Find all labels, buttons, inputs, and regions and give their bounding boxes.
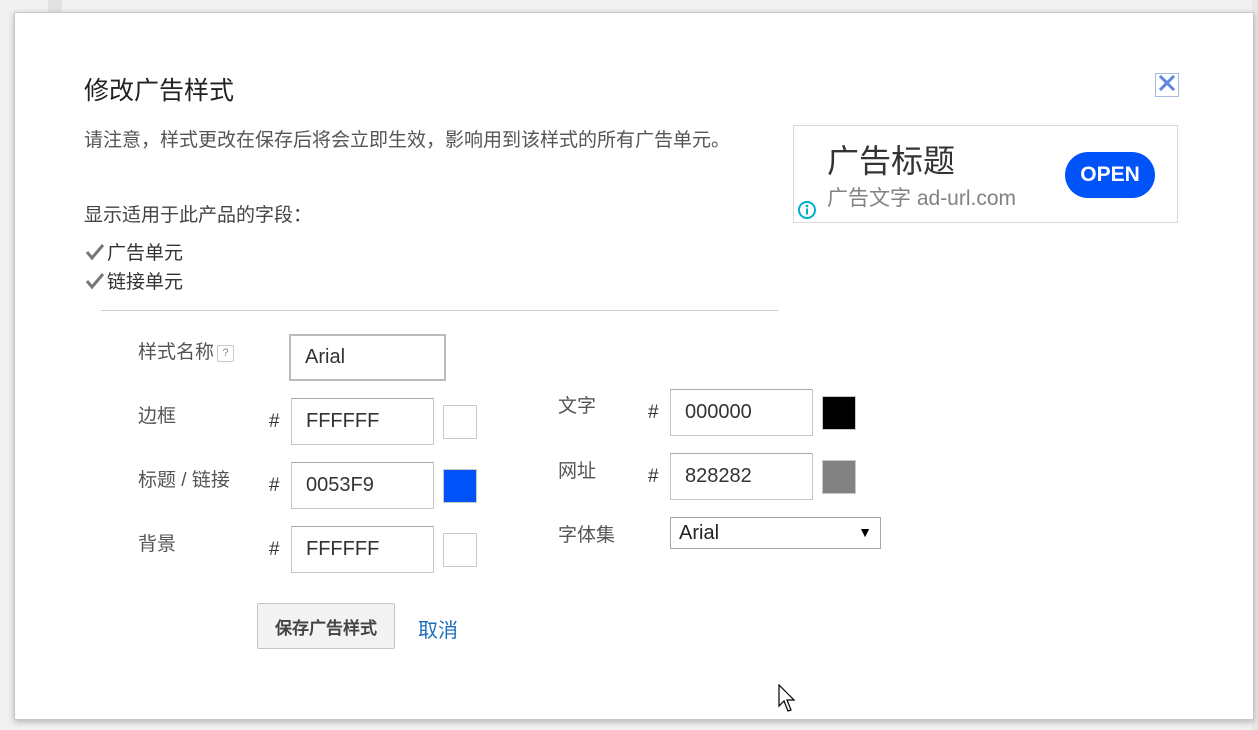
edit-ad-style-dialog: 修改广告样式 请注意，样式更改在保存后将会立即生效，影响用到该样式的所有广告单元… [14, 12, 1254, 720]
ad-preview: 广告标题 广告文字 ad-url.com OPEN [793, 125, 1178, 223]
fields-label: 显示适用于此产品的字段： [84, 205, 313, 226]
help-icon[interactable]: ? [217, 345, 235, 362]
background-hash: # [269, 539, 280, 560]
border-color-input[interactable] [291, 398, 434, 445]
title-link-label: 标题 / 链接 [138, 470, 230, 491]
checkbox-link-unit-label: 链接单元 [107, 272, 184, 293]
checkbox-link-unit[interactable]: 链接单元 [85, 267, 183, 294]
background-color-swatch[interactable] [443, 533, 477, 567]
checkbox-ad-unit[interactable]: 广告单元 [85, 238, 183, 265]
section-divider [101, 310, 778, 311]
background-color-input[interactable] [291, 526, 434, 573]
style-name-label-text: 样式名称 [138, 342, 215, 363]
title-link-color-swatch[interactable] [443, 469, 477, 503]
checkmark-icon[interactable] [85, 242, 105, 262]
save-style-button[interactable]: 保存广告样式 [257, 603, 395, 649]
ad-preview-text: 广告文字 ad-url.com [827, 187, 1017, 210]
info-icon[interactable] [797, 200, 817, 225]
border-label: 边框 [138, 406, 177, 427]
text-label: 文字 [558, 396, 597, 417]
border-color-swatch[interactable] [443, 405, 477, 439]
checkbox-ad-unit-label: 广告单元 [107, 243, 184, 264]
ad-preview-title: 广告标题 [827, 143, 956, 179]
style-name-input[interactable] [289, 334, 446, 381]
notice-text: 请注意，样式更改在保存后将会立即生效，影响用到该样式的所有广告单元。 [84, 130, 731, 151]
border-hash: # [269, 411, 280, 432]
close-icon [1158, 74, 1176, 96]
url-hash: # [648, 466, 659, 487]
dropdown-arrow-icon: ▼ [858, 524, 872, 540]
mouse-cursor-icon [778, 683, 798, 719]
style-name-label: 样式名称? [138, 337, 235, 364]
cancel-link[interactable]: 取消 [418, 614, 458, 643]
text-color-input[interactable] [670, 389, 813, 436]
text-color-swatch[interactable] [822, 396, 856, 430]
background-label: 背景 [138, 534, 177, 555]
text-hash: # [648, 402, 659, 423]
title-link-hash: # [269, 475, 280, 496]
url-color-swatch[interactable] [822, 460, 856, 494]
title-link-color-input[interactable] [291, 462, 434, 509]
font-family-select[interactable]: Arial ▼ [670, 517, 881, 549]
background-strip [48, 0, 62, 12]
dialog-title: 修改广告样式 [84, 77, 235, 105]
font-family-selected: Arial [679, 521, 720, 544]
font-family-label: 字体集 [558, 525, 616, 546]
ad-preview-open-button[interactable]: OPEN [1065, 152, 1155, 198]
url-label: 网址 [558, 461, 597, 482]
checkmark-icon[interactable] [85, 271, 105, 291]
close-button[interactable] [1155, 73, 1179, 97]
url-color-input[interactable] [670, 453, 813, 500]
